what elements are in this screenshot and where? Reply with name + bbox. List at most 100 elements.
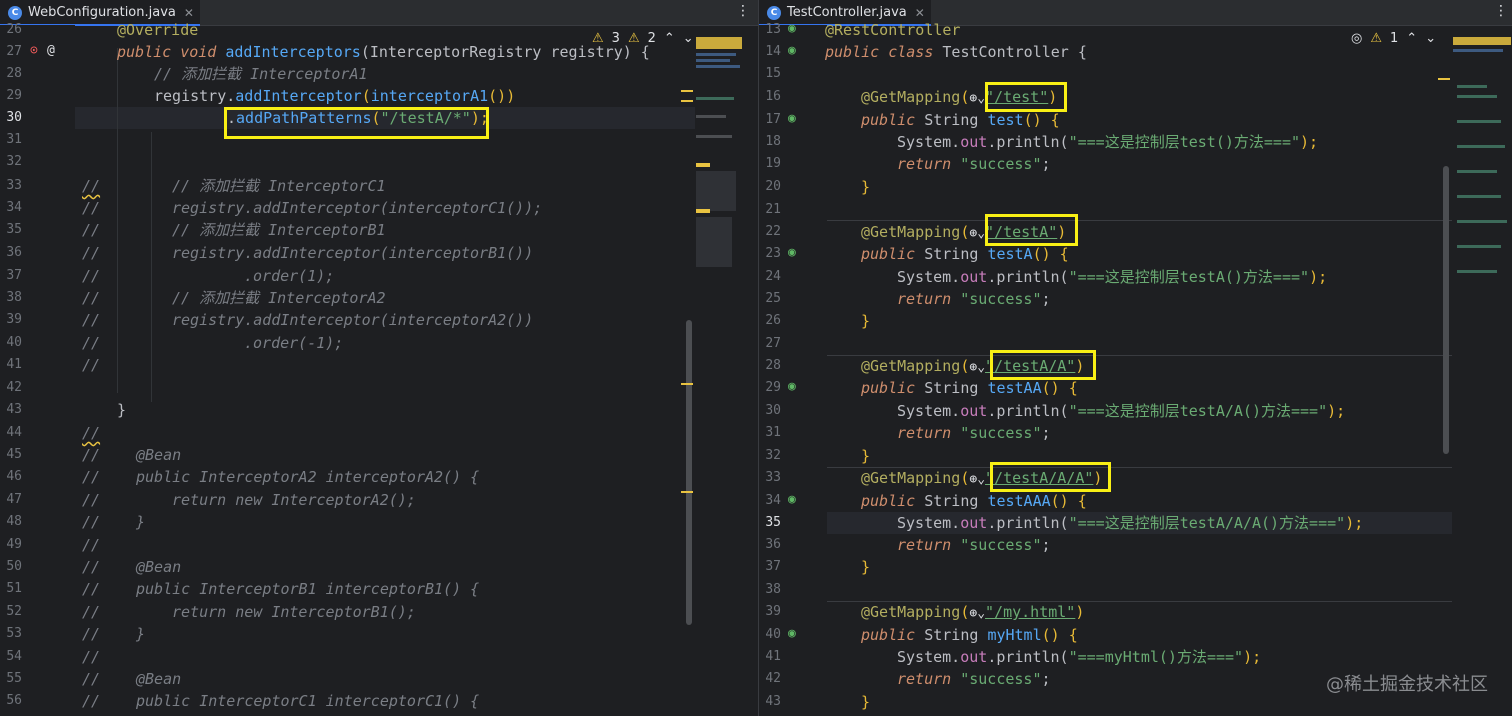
line-number: 41 bbox=[765, 649, 781, 664]
line-number: 50 bbox=[6, 559, 22, 574]
line-number: 34 bbox=[6, 200, 22, 215]
code-line: System.out.println("===这是控制层testA/A()方法=… bbox=[897, 402, 1346, 420]
line-number: 34 bbox=[765, 493, 781, 508]
close-icon[interactable]: ✕ bbox=[184, 6, 194, 20]
more-vertical-icon[interactable]: ⋮ bbox=[736, 3, 750, 19]
code-line: // 添加拦截 InterceptorC1 bbox=[172, 177, 386, 195]
line-number: 23 bbox=[765, 246, 781, 261]
code-line: public String test() { bbox=[861, 111, 1060, 129]
warning-marker[interactable] bbox=[681, 90, 693, 92]
code-line: public InterceptorB1 interceptorB1() { bbox=[136, 580, 480, 598]
line-number: 15 bbox=[765, 66, 781, 81]
line-number: 33 bbox=[765, 470, 781, 485]
line-number: 21 bbox=[765, 202, 781, 217]
vertical-scrollbar[interactable] bbox=[1443, 166, 1449, 454]
code-line: public String testA() { bbox=[861, 245, 1069, 263]
line-number: 29 bbox=[6, 88, 22, 103]
highlight-box-testA bbox=[985, 214, 1078, 246]
endpoint-globe-icon[interactable]: ◉ bbox=[788, 245, 796, 260]
line-number: 54 bbox=[6, 649, 22, 664]
endpoint-globe-icon[interactable]: ◉ bbox=[788, 492, 796, 507]
line-number-current: 35 bbox=[765, 515, 781, 530]
code-line: public String testAA() { bbox=[861, 379, 1078, 397]
line-number: 47 bbox=[6, 492, 22, 507]
code-line: @Override bbox=[117, 21, 199, 39]
line-number: 19 bbox=[765, 156, 781, 171]
line-number: 14 bbox=[765, 44, 781, 59]
code-line: // bbox=[82, 356, 101, 374]
code-line: // 添加拦截 InterceptorA2 bbox=[172, 289, 386, 307]
annotation-at-icon[interactable]: @ bbox=[47, 43, 55, 58]
line-number: 43 bbox=[765, 694, 781, 709]
warning-marker[interactable] bbox=[681, 100, 693, 102]
right-code-area[interactable]: @RestController public class TestControl… bbox=[825, 21, 1450, 716]
vertical-scrollbar[interactable] bbox=[686, 320, 692, 625]
line-number: 46 bbox=[6, 469, 22, 484]
line-number: 26 bbox=[765, 313, 781, 328]
code-line: public class TestController { bbox=[825, 43, 1087, 61]
code-minimap[interactable] bbox=[696, 25, 756, 716]
line-number: 26 bbox=[6, 22, 22, 37]
code-line: public String myHtml() { bbox=[861, 626, 1078, 644]
line-number: 18 bbox=[765, 134, 781, 149]
code-line: System.out.println("===这是控制层testA/A/A()方… bbox=[897, 514, 1364, 532]
code-line: @GetMapping(⊕⌄"/test") bbox=[861, 88, 1058, 106]
endpoint-globe-icon[interactable]: ◉ bbox=[788, 379, 796, 394]
code-line: return new InterceptorA2(); bbox=[172, 491, 416, 509]
code-line: @RestController bbox=[825, 21, 961, 39]
code-line: // bbox=[82, 648, 101, 666]
highlight-box-addpathpatterns bbox=[224, 107, 489, 139]
code-line: } bbox=[861, 178, 871, 196]
line-number: 32 bbox=[765, 448, 781, 463]
right-editor-pane: C TestController.java ✕ ⋮ ◎ ⚠ 1 ⌃ ⌄ 13 1… bbox=[759, 0, 1512, 716]
code-line: } bbox=[117, 401, 127, 419]
line-number: 13 bbox=[765, 22, 781, 37]
code-line: .order(1); bbox=[244, 267, 335, 285]
warning-marker[interactable] bbox=[681, 491, 693, 493]
line-number: 36 bbox=[6, 245, 22, 260]
code-line: // bbox=[82, 536, 101, 554]
more-vertical-icon[interactable]: ⋮ bbox=[1494, 3, 1508, 19]
code-line: public String testAAA() { bbox=[861, 492, 1087, 510]
line-number: 56 bbox=[6, 693, 22, 708]
line-number: 37 bbox=[765, 559, 781, 574]
code-line: return new InterceptorB1(); bbox=[172, 603, 416, 621]
code-line: return "success"; bbox=[897, 424, 1051, 442]
line-number: 33 bbox=[6, 178, 22, 193]
globe-icon: ⊕⌄ bbox=[969, 606, 986, 621]
line-number: 51 bbox=[6, 581, 22, 596]
code-line: .order(-1); bbox=[244, 334, 344, 352]
line-number: 45 bbox=[6, 447, 22, 462]
code-line: // 添加拦截 InterceptorB1 bbox=[172, 221, 386, 239]
tab-label: WebConfiguration.java bbox=[28, 5, 176, 20]
override-method-icon[interactable]: ⊙ bbox=[30, 43, 38, 58]
code-line: // bbox=[82, 424, 101, 442]
close-icon[interactable]: ✕ bbox=[915, 6, 925, 20]
endpoint-globe-icon[interactable]: ◉ bbox=[788, 111, 796, 126]
warning-marker[interactable] bbox=[681, 383, 693, 385]
code-line: } bbox=[136, 513, 146, 531]
highlight-box-testA-A bbox=[990, 350, 1096, 380]
code-minimap[interactable] bbox=[1453, 25, 1512, 716]
line-number: 39 bbox=[765, 604, 781, 619]
line-number-current: 30 bbox=[6, 110, 22, 125]
code-line: // 添加拦截 InterceptorA1 bbox=[154, 65, 368, 83]
globe-icon: ⊕⌄ bbox=[969, 226, 986, 241]
java-class-icon: C bbox=[8, 5, 22, 20]
globe-icon: ⊕⌄ bbox=[969, 91, 986, 106]
line-number: 32 bbox=[6, 154, 22, 169]
code-line: System.out.println("===这是控制层test()方法==="… bbox=[897, 133, 1319, 151]
spring-bean-icon[interactable]: ◉ bbox=[788, 43, 796, 58]
globe-icon: ⊕⌄ bbox=[969, 472, 986, 487]
line-number: 27 bbox=[765, 336, 781, 351]
line-number: 40 bbox=[765, 627, 781, 642]
line-number: 48 bbox=[6, 514, 22, 529]
code-line: registry.addInterceptor(interceptorA2()) bbox=[172, 311, 534, 329]
endpoint-globe-icon[interactable]: ◉ bbox=[788, 626, 796, 641]
code-line: @Bean bbox=[136, 670, 182, 688]
code-line: System.out.println("===myHtml()方法==="); bbox=[897, 648, 1262, 666]
warning-marker[interactable] bbox=[1438, 78, 1450, 80]
code-line: @GetMapping(⊕⌄"/testA/A") bbox=[861, 357, 1085, 375]
spring-bean-icon[interactable]: ◉ bbox=[788, 21, 796, 36]
line-number: 24 bbox=[765, 269, 781, 284]
